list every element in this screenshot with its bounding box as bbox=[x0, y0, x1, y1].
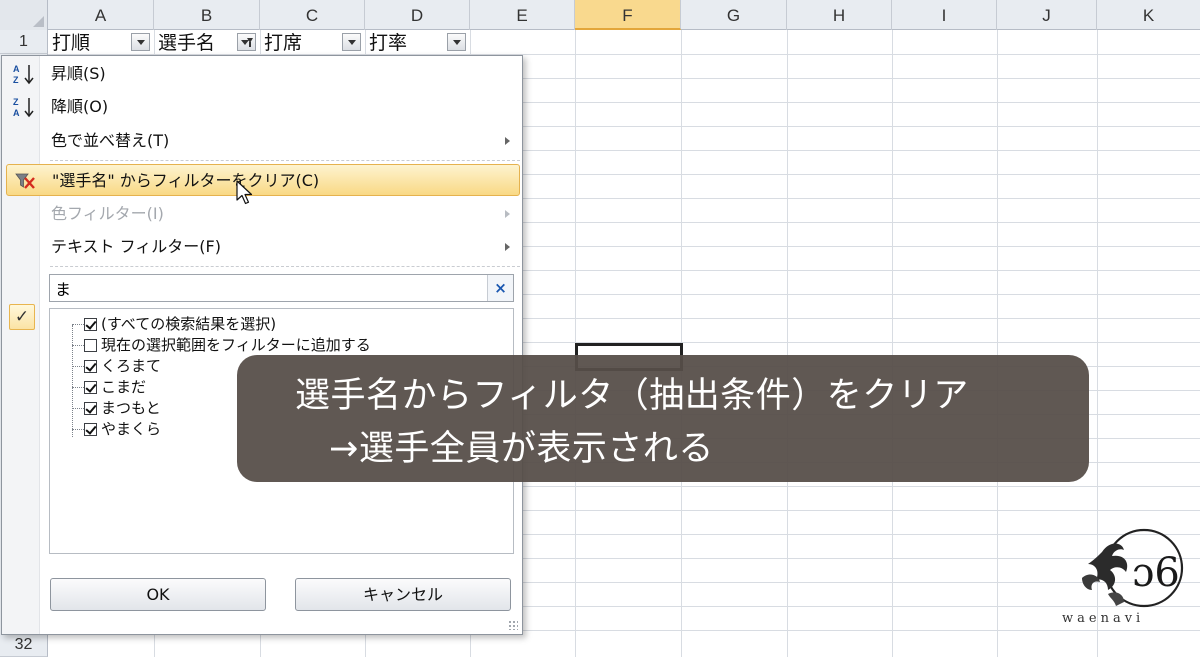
filter-dropdown-button-b[interactable] bbox=[237, 33, 256, 51]
clear-filter-label: "選手名" からフィルターをクリア(C) bbox=[52, 171, 320, 190]
filter-dropdown-button-d[interactable] bbox=[447, 33, 466, 51]
column-header-d[interactable]: D bbox=[365, 0, 470, 30]
sort-ascending-label: 昇順(S) bbox=[51, 64, 106, 83]
column-header-h[interactable]: H bbox=[787, 0, 892, 30]
clear-filter-icon bbox=[15, 173, 35, 189]
svg-text:A: A bbox=[13, 108, 20, 118]
list-item-label: 現在の選択範囲をフィルターに追加する bbox=[101, 336, 371, 354]
logo-text: waenavi bbox=[1062, 611, 1145, 626]
select-all-triangle-icon bbox=[33, 16, 44, 27]
column-header-k[interactable]: K bbox=[1097, 0, 1200, 30]
clear-search-icon[interactable]: × bbox=[487, 275, 513, 301]
filter-search-box[interactable]: × bbox=[49, 274, 514, 302]
column-header-j[interactable]: J bbox=[997, 0, 1097, 30]
caption-overlay: 選手名からフィルタ（抽出条件）をクリア →選手全員が表示される bbox=[237, 355, 1089, 482]
sort-descending-label: 降順(O) bbox=[51, 97, 109, 116]
checked-state-icon: ✓ bbox=[9, 304, 35, 330]
mouse-cursor-icon bbox=[236, 180, 253, 205]
submenu-arrow-icon bbox=[505, 137, 510, 145]
tree-connector bbox=[72, 366, 84, 367]
column-header-a[interactable]: A bbox=[48, 0, 154, 30]
caption-line-1: 選手名からフィルタ（抽出条件）をクリア bbox=[295, 376, 969, 416]
column-header-b[interactable]: B bbox=[154, 0, 260, 30]
tree-connector bbox=[72, 408, 84, 409]
submenu-arrow-icon bbox=[505, 210, 510, 218]
dropdown-arrow-icon bbox=[453, 40, 461, 45]
list-item-label: こまだ bbox=[101, 378, 147, 396]
row-header-1[interactable]: 1 bbox=[0, 30, 48, 54]
checkbox[interactable] bbox=[84, 318, 97, 331]
gridline bbox=[892, 30, 893, 657]
column-header-e[interactable]: E bbox=[470, 0, 575, 30]
menu-separator bbox=[50, 160, 520, 161]
tree-connector bbox=[72, 345, 84, 346]
filter-search-input[interactable] bbox=[50, 275, 487, 301]
sort-ascending-icon: A Z bbox=[13, 64, 34, 85]
menu-separator bbox=[50, 266, 520, 267]
resize-grip-icon[interactable] bbox=[508, 620, 518, 630]
svg-text:ɔ6: ɔ6 bbox=[1132, 550, 1180, 596]
list-item-label: くろまて bbox=[101, 357, 162, 375]
caption-line-2: →選手全員が表示される bbox=[329, 429, 714, 469]
column-header-i[interactable]: I bbox=[892, 0, 997, 30]
tree-connector bbox=[72, 325, 73, 437]
cell-b1[interactable]: 選手名 bbox=[154, 30, 215, 54]
ok-button[interactable]: OK bbox=[50, 578, 266, 611]
tree-connector bbox=[72, 429, 84, 430]
sort-by-color-label: 色で並べ替え(T) bbox=[51, 131, 170, 150]
sort-ascending-item[interactable]: A Z 昇順(S) bbox=[6, 58, 520, 90]
dropdown-arrow-icon bbox=[137, 40, 145, 45]
select-all-corner[interactable] bbox=[0, 0, 48, 30]
svg-text:Z: Z bbox=[13, 97, 19, 107]
column-header-f[interactable]: F bbox=[575, 0, 681, 30]
text-filter-item[interactable]: テキスト フィルター(F) bbox=[6, 231, 520, 263]
sort-by-color-item[interactable]: 色で並べ替え(T) bbox=[6, 125, 520, 157]
autofilter-menu[interactable]: A Z 昇順(S) Z A 降順(O) 色で並べ替え(T) "選手名" からフィ… bbox=[1, 55, 523, 635]
cell-a1[interactable]: 打順 bbox=[48, 30, 90, 54]
sort-descending-item[interactable]: Z A 降順(O) bbox=[6, 91, 520, 123]
svg-text:Z: Z bbox=[13, 75, 19, 85]
svg-text:A: A bbox=[13, 64, 20, 74]
checkbox[interactable] bbox=[84, 381, 97, 394]
color-filter-label: 色フィルター(I) bbox=[51, 204, 164, 223]
list-item-label: まつもと bbox=[101, 399, 161, 417]
clear-filter-item[interactable]: "選手名" からフィルターをクリア(C) bbox=[6, 164, 520, 196]
sort-descending-icon: Z A bbox=[13, 97, 34, 118]
color-filter-item[interactable]: 色フィルター(I) bbox=[6, 198, 520, 230]
cell-d1[interactable]: 打率 bbox=[365, 30, 407, 54]
column-header-c[interactable]: C bbox=[260, 0, 365, 30]
tree-connector bbox=[72, 324, 84, 325]
text-filter-label: テキスト フィルター(F) bbox=[51, 237, 221, 256]
filter-funnel-icon bbox=[247, 38, 253, 47]
submenu-arrow-icon bbox=[505, 243, 510, 251]
checkbox[interactable] bbox=[84, 360, 97, 373]
list-item-label: やまくら bbox=[101, 420, 162, 438]
gridline bbox=[997, 30, 998, 657]
filter-dropdown-button-a[interactable] bbox=[131, 33, 150, 51]
cell-c1[interactable]: 打席 bbox=[260, 30, 302, 54]
checkbox[interactable] bbox=[84, 402, 97, 415]
column-header-g[interactable]: G bbox=[681, 0, 787, 30]
list-item-label: (すべての検索結果を選択) bbox=[101, 315, 277, 333]
checkbox[interactable] bbox=[84, 423, 97, 436]
dropdown-arrow-icon bbox=[348, 40, 356, 45]
gridline bbox=[787, 30, 788, 657]
filter-dropdown-button-c[interactable] bbox=[342, 33, 361, 51]
cancel-button[interactable]: キャンセル bbox=[295, 578, 511, 611]
tree-connector bbox=[72, 387, 84, 388]
checkbox[interactable] bbox=[84, 339, 97, 352]
row-header-32[interactable]: 32 bbox=[0, 633, 48, 657]
